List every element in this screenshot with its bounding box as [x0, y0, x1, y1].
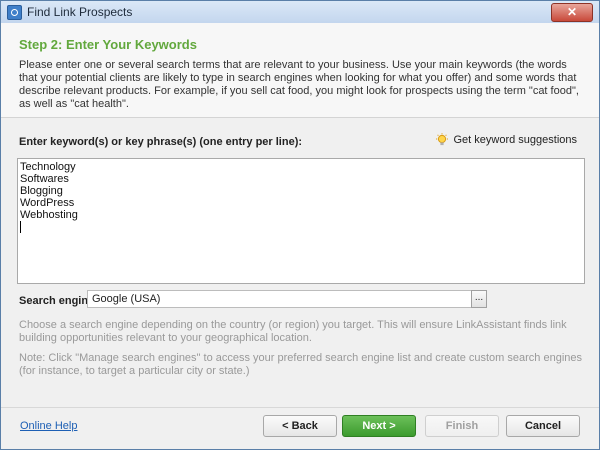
keywords-label: Enter keyword(s) or key phrase(s) (one e…: [19, 136, 303, 148]
suggest-label: Get keyword suggestions: [453, 134, 577, 146]
window-title: Find Link Prospects: [27, 5, 133, 19]
keyword-line: Webhosting: [20, 209, 78, 221]
get-keyword-suggestions-button[interactable]: Get keyword suggestions: [435, 131, 577, 149]
keywords-textarea[interactable]: Technology Softwares Blogging WordPress …: [17, 158, 585, 284]
dialog-window: Find Link Prospects ✕ Step 2: Enter Your…: [0, 0, 600, 450]
step-header: Step 2: Enter Your Keywords Please enter…: [1, 23, 599, 118]
keyword-line: Technology: [20, 161, 76, 173]
search-engine-label: Search engine: [19, 295, 95, 307]
text-cursor: [20, 221, 21, 233]
close-icon: ✕: [566, 5, 578, 19]
app-icon: [7, 5, 22, 20]
search-engine-field[interactable]: Google (USA): [87, 290, 475, 308]
intro-text: Please enter one or several search terms…: [19, 59, 579, 110]
cancel-button[interactable]: Cancel: [506, 415, 580, 437]
title-bar[interactable]: Find Link Prospects ✕: [1, 1, 599, 24]
next-button[interactable]: Next >: [342, 415, 416, 437]
browse-search-engine-button[interactable]: ...: [471, 290, 487, 308]
keyword-line: WordPress: [20, 197, 75, 209]
close-button[interactable]: ✕: [551, 3, 593, 22]
search-engine-hint: Choose a search engine depending on the …: [19, 319, 567, 344]
lightbulb-icon: [436, 133, 449, 146]
step-title: Step 2: Enter Your Keywords: [19, 37, 197, 52]
keyword-line: Blogging: [20, 185, 63, 197]
footer-divider: [1, 407, 599, 408]
online-help-link[interactable]: Online Help: [20, 420, 77, 432]
keyword-line: Softwares: [20, 173, 69, 185]
finish-button[interactable]: Finish: [425, 415, 499, 437]
back-button[interactable]: < Back: [263, 415, 337, 437]
search-engine-note: Note: Click "Manage search engines" to a…: [19, 352, 582, 377]
